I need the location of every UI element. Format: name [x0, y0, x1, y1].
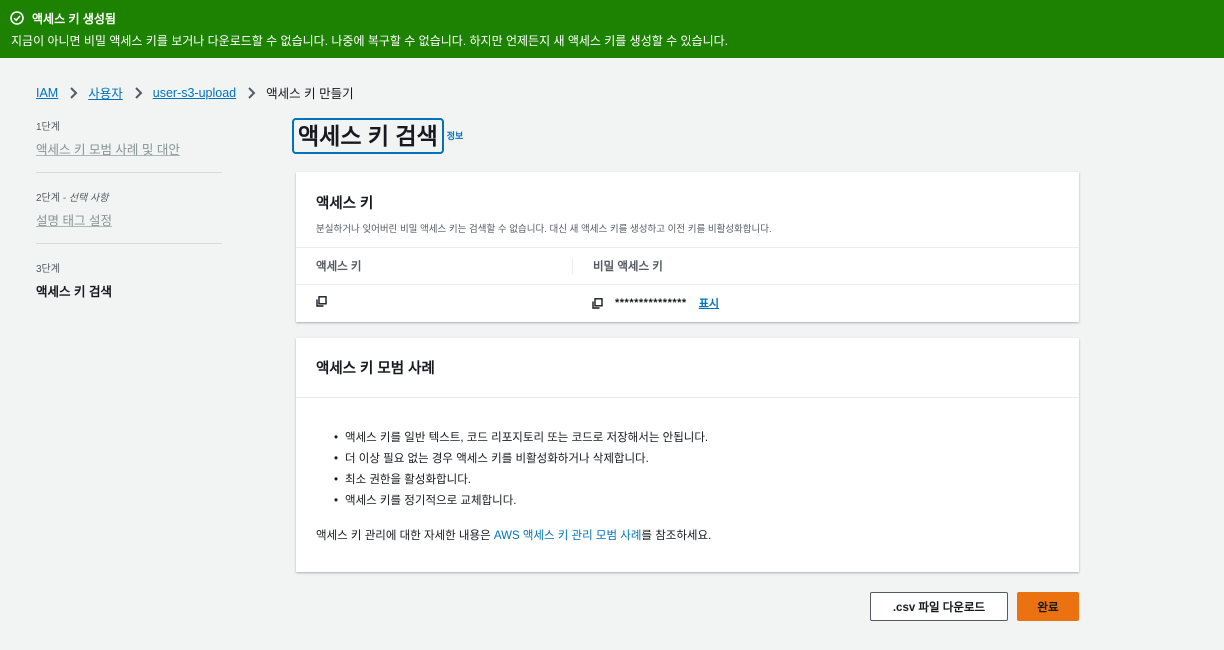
best-practices-list: 액세스 키를 일반 텍스트, 코드 리포지토리 또는 코드로 저장해서는 안됩니…: [316, 428, 1059, 512]
access-key-heading: 액세스 키: [316, 196, 374, 212]
breadcrumb-user[interactable]: user-s3-upload: [153, 86, 236, 100]
step-1: 1단계 액세스 키 모범 사례 및 대안: [36, 118, 222, 172]
chevron-right-icon: [68, 86, 78, 99]
breadcrumb-users[interactable]: 사용자: [88, 83, 123, 102]
column-secret-key: 비밀 액세스 키: [572, 258, 1079, 274]
chevron-right-icon: [246, 86, 256, 99]
flash-title-row: 액세스 키 생성됨: [10, 10, 1214, 26]
best-practices-link[interactable]: AWS 액세스 키 관리 모범 사례: [494, 530, 642, 542]
access-key-card-header: 액세스 키 분실하거나 잊어버린 비밀 액세스 키는 검색할 수 없습니다. 대…: [296, 172, 1079, 248]
info-link[interactable]: 정보: [447, 129, 464, 142]
secret-key-masked: ***************: [615, 297, 687, 309]
table-row: *************** 표시: [296, 285, 1079, 321]
page-title: 액세스 키 검색: [292, 118, 444, 154]
breadcrumb-current: 액세스 키 만들기: [266, 87, 354, 101]
access-key-cell: [296, 296, 572, 310]
best-practices-footer: 액세스 키 관리에 대한 자세한 내용은 AWS 액세스 키 관리 모범 사례를…: [316, 527, 1059, 543]
flash-message: 지금이 아니면 비밀 액세스 키를 보거나 다운로드할 수 없습니다. 나중에 …: [11, 34, 729, 48]
list-item: 최소 권한을 활성화합니다.: [334, 470, 1059, 491]
access-key-table-header: 액세스 키 비밀 액세스 키: [296, 248, 1079, 285]
breadcrumb: IAM 사용자 user-s3-upload 액세스 키 만들기: [36, 83, 354, 102]
chevron-right-icon: [133, 86, 143, 99]
download-csv-button[interactable]: .csv 파일 다운로드: [870, 592, 1008, 621]
best-practices-body: 액세스 키를 일반 텍스트, 코드 리포지토리 또는 코드로 저장해서는 안됩니…: [296, 398, 1079, 543]
list-item: 액세스 키를 일반 텍스트, 코드 리포지토리 또는 코드로 저장해서는 안됩니…: [334, 428, 1059, 449]
footer-prefix: 액세스 키 관리에 대한 자세한 내용은: [316, 530, 494, 542]
breadcrumb-iam[interactable]: IAM: [36, 86, 58, 100]
step-optional-label: - 선택 사항: [62, 193, 109, 204]
best-practices-card: 액세스 키 모범 사례 액세스 키를 일반 텍스트, 코드 리포지토리 또는 코…: [296, 338, 1079, 572]
best-practices-header: 액세스 키 모범 사례: [296, 338, 1079, 398]
footer-suffix: 를 참조하세요.: [641, 530, 712, 542]
step-number: 3단계: [36, 264, 60, 275]
wizard-steps: 1단계 액세스 키 모범 사례 및 대안 2단계 - 선택 사항 설명 태그 설…: [36, 118, 222, 314]
access-key-description: 분실하거나 잊어버린 비밀 액세스 키는 검색할 수 없습니다. 대신 새 액세…: [316, 224, 772, 235]
step-2: 2단계 - 선택 사항 설명 태그 설정: [36, 172, 222, 243]
column-access-key: 액세스 키: [316, 261, 362, 273]
secret-key-cell: *************** 표시: [572, 295, 1079, 311]
step-number-label: 2단계: [36, 193, 60, 204]
best-practices-heading: 액세스 키 모범 사례: [316, 361, 435, 377]
show-secret-link[interactable]: 표시: [699, 295, 719, 311]
copy-icon[interactable]: [592, 297, 603, 309]
copy-icon[interactable]: [316, 296, 327, 307]
step-3-current: 액세스 키 검색: [36, 285, 112, 299]
list-item: 액세스 키를 정기적으로 교체합니다.: [334, 491, 1059, 512]
step-number: 1단계: [36, 122, 60, 133]
success-flash-banner: 액세스 키 생성됨 지금이 아니면 비밀 액세스 키를 보거나 다운로드할 수 …: [0, 0, 1224, 58]
done-button[interactable]: 완료: [1017, 592, 1079, 621]
check-circle-icon: [10, 11, 24, 25]
flash-title: 액세스 키 생성됨: [32, 11, 116, 26]
list-item: 더 이상 필요 없는 경우 액세스 키를 비활성화하거나 삭제합니다.: [334, 449, 1059, 470]
step-number: 2단계 - 선택 사항: [36, 189, 222, 204]
step-3: 3단계 액세스 키 검색: [36, 243, 222, 314]
page-header: 액세스 키 검색 정보: [292, 118, 463, 154]
step-1-link[interactable]: 액세스 키 모범 사례 및 대안: [36, 139, 222, 158]
access-key-card: 액세스 키 분실하거나 잊어버린 비밀 액세스 키는 검색할 수 없습니다. 대…: [296, 172, 1079, 322]
step-2-link[interactable]: 설명 태그 설정: [36, 210, 222, 229]
